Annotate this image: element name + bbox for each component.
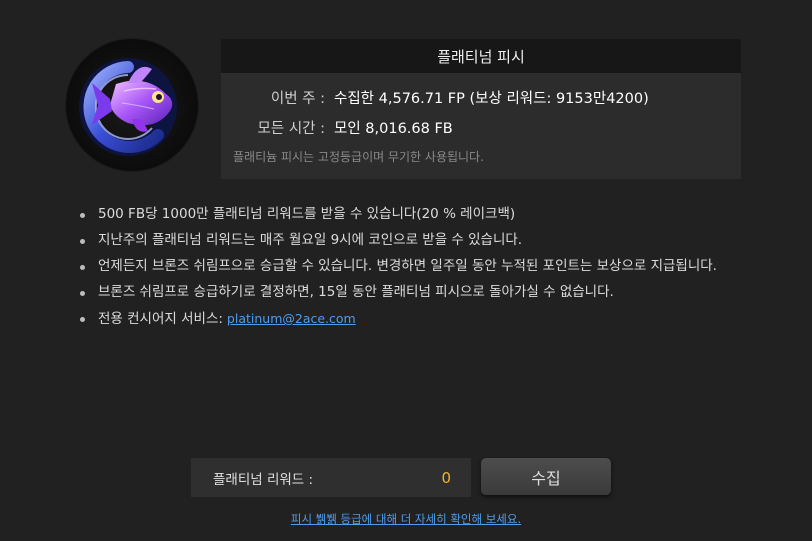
week-label: 이번 주 : [270, 91, 325, 107]
total-value: 모인 8,016.68 FB [334, 121, 453, 137]
platinum-fish-icon [79, 58, 177, 156]
platinum-badge [66, 39, 198, 171]
total-row: 모든 시간 : 모인 8,016.68 FB [221, 117, 453, 138]
total-label: 모든 시간 : [257, 121, 325, 137]
platinum-info-panel: 플래티넘 피시 이번 주 : 수집한 4,576.71 FP (보상 리워드: … [221, 39, 741, 179]
tier-info-link[interactable]: 피시 뷁뷁 등급에 대해 더 자세히 확인해 보세요. [291, 512, 521, 526]
concierge-label: 전용 컨시어지 서비스: [98, 311, 223, 327]
week-value: 수집한 4,576.71 FP (보상 리워드: 9153만4200) [334, 91, 649, 107]
concierge-email-link[interactable]: platinum@2ace.com [227, 311, 356, 326]
week-row: 이번 주 : 수집한 4,576.71 FP (보상 리워드: 9153만420… [221, 87, 649, 108]
panel-title: 플래티넘 피시 [221, 39, 741, 73]
list-item-concierge: 전용 컨시어지 서비스: platinum@2ace.com [78, 310, 738, 328]
footer: 피시 뷁뷁 등급에 대해 더 자세히 확인해 보세요. [0, 511, 812, 527]
reward-amount: 0 [441, 468, 451, 487]
tier-note: 플래티늄 피시는 고정등급이며 무기한 사용됩니다. [233, 150, 484, 164]
list-item: 브론즈 쉬림프로 승급하기로 결정하면, 15일 동안 플래티넘 피시으로 돌아… [78, 284, 738, 301]
list-item: 500 FB당 1000만 플래티넘 리워드를 받을 수 있습니다(20 % 레… [78, 206, 738, 223]
reward-display: 플래티넘 리워드 : 0 [191, 458, 471, 497]
collect-button[interactable]: 수집 [481, 458, 611, 495]
list-item: 지난주의 플래티넘 리워드는 매주 월요일 9시에 코인으로 받을 수 있습니다… [78, 232, 738, 249]
benefit-list: 500 FB당 1000만 플래티넘 리워드를 받을 수 있습니다(20 % 레… [78, 206, 738, 337]
reward-label: 플래티넘 리워드 : [213, 471, 314, 488]
list-item: 언제든지 브론즈 쉬림프으로 승급할 수 있습니다. 변경하면 일주일 동안 누… [78, 258, 738, 275]
